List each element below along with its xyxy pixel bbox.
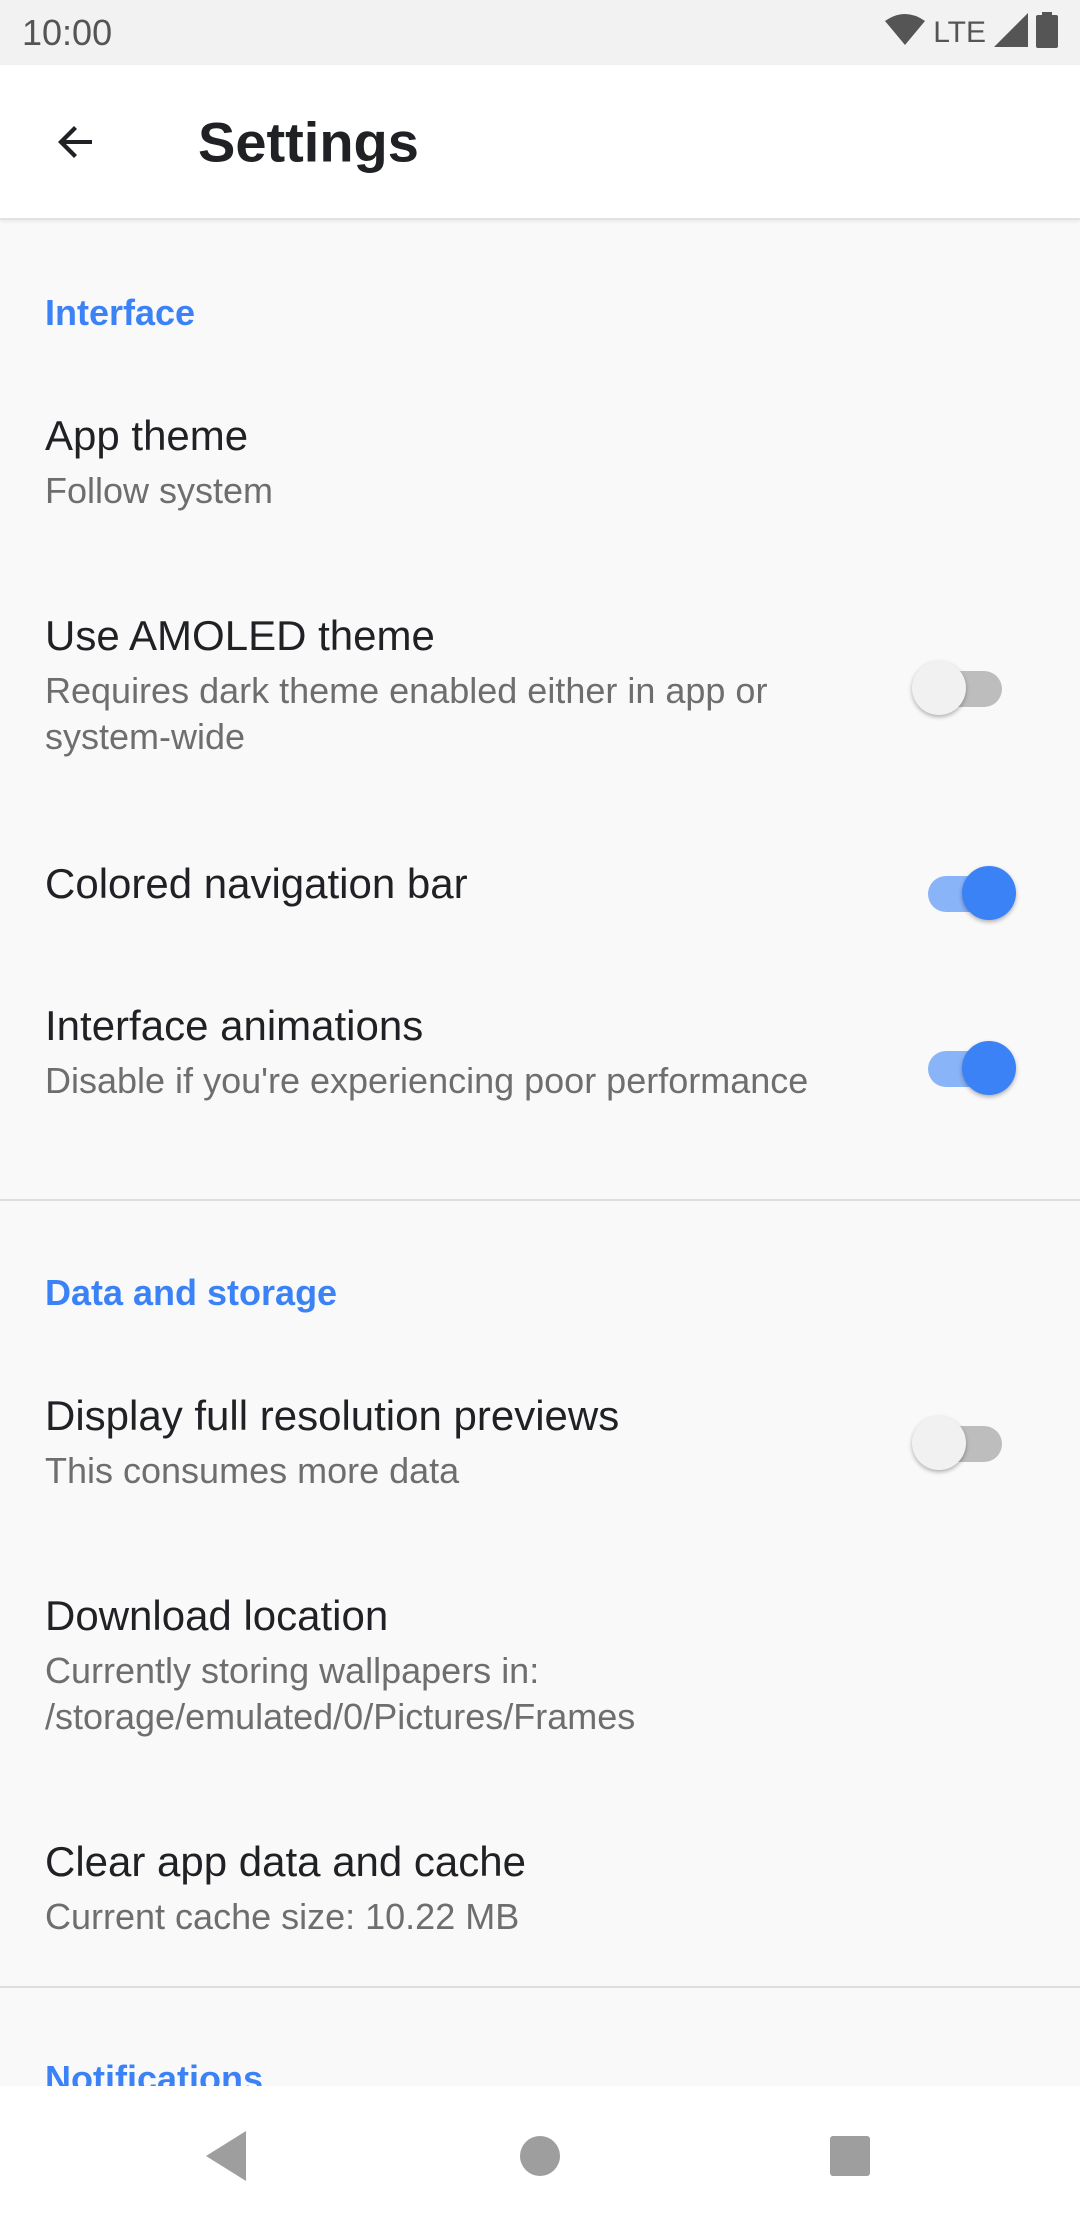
pref-clear-cache[interactable]: Clear app data and cache Current cache s… <box>0 1816 1080 1986</box>
pref-summary: Current cache size: 10.22 MB <box>45 1896 520 1937</box>
status-time: 10:00 <box>22 11 113 53</box>
pref-summary: Requires dark theme enabled either in ap… <box>45 670 768 757</box>
network-type: LTE <box>933 15 986 49</box>
page-title: Settings <box>198 110 419 173</box>
pref-full-resolution-previews[interactable]: Display full resolution previews This co… <box>0 1370 1080 1540</box>
pref-title: Clear app data and cache <box>45 1838 527 1885</box>
wifi-icon <box>885 13 926 52</box>
cell-signal-icon <box>994 13 1028 52</box>
pref-title: Colored navigation bar <box>45 860 468 907</box>
back-button[interactable] <box>40 106 112 178</box>
pref-title: Download location <box>45 1592 389 1639</box>
pref-app-theme[interactable]: App theme Follow system <box>0 390 1080 565</box>
app-bar: Settings <box>0 65 1080 220</box>
pref-interface-animations[interactable]: Interface animations Disable if you're e… <box>0 980 1080 1170</box>
section-header-notifications: Notifications <box>45 2058 264 2086</box>
status-bar: 10:00 LTE <box>0 0 1080 65</box>
battery-icon <box>1036 12 1058 53</box>
nav-recents-button[interactable] <box>810 2116 890 2196</box>
pref-title: Interface animations <box>45 1002 424 1049</box>
section-header-interface: Interface <box>45 292 196 333</box>
switch-thumb <box>912 661 966 715</box>
pref-summary: Follow system <box>45 470 274 511</box>
full-resolution-previews-switch[interactable] <box>912 1410 1012 1470</box>
nav-recents-icon <box>830 2136 870 2176</box>
pref-summary: This consumes more data <box>45 1450 460 1491</box>
switch-thumb <box>962 866 1016 920</box>
system-navigation-bar <box>0 2086 1080 2220</box>
arrow-back-icon <box>58 125 92 158</box>
pref-download-location[interactable]: Download location Currently storing wall… <box>0 1570 1080 1770</box>
pref-summary: Disable if you're experiencing poor perf… <box>45 1060 809 1101</box>
colored-navigation-bar-switch[interactable] <box>912 860 1016 920</box>
section-divider <box>0 1199 1080 1201</box>
status-icons: LTE <box>885 12 1058 53</box>
section-divider <box>0 1986 1080 1988</box>
pref-amoled-theme[interactable]: Use AMOLED theme Requires dark theme ena… <box>0 590 1080 780</box>
settings-list[interactable]: Interface App theme Follow system Use AM… <box>0 220 1080 2086</box>
pref-title: App theme <box>45 412 249 459</box>
pref-summary: Currently storing wallpapers in: /storag… <box>45 1650 636 1737</box>
section-header-data-storage: Data and storage <box>45 1272 338 1313</box>
interface-animations-switch[interactable] <box>912 1035 1016 1095</box>
nav-back-button[interactable] <box>186 2116 266 2196</box>
switch-thumb <box>962 1041 1016 1095</box>
switch-thumb <box>912 1416 966 1470</box>
amoled-theme-switch[interactable] <box>912 655 1012 715</box>
pref-title: Display full resolution previews <box>45 1392 620 1439</box>
nav-back-icon <box>206 2131 246 2181</box>
nav-home-icon <box>520 2136 560 2176</box>
pref-colored-navigation-bar[interactable]: Colored navigation bar <box>0 830 1080 970</box>
pref-title: Use AMOLED theme <box>45 612 435 659</box>
nav-home-button[interactable] <box>500 2116 580 2196</box>
